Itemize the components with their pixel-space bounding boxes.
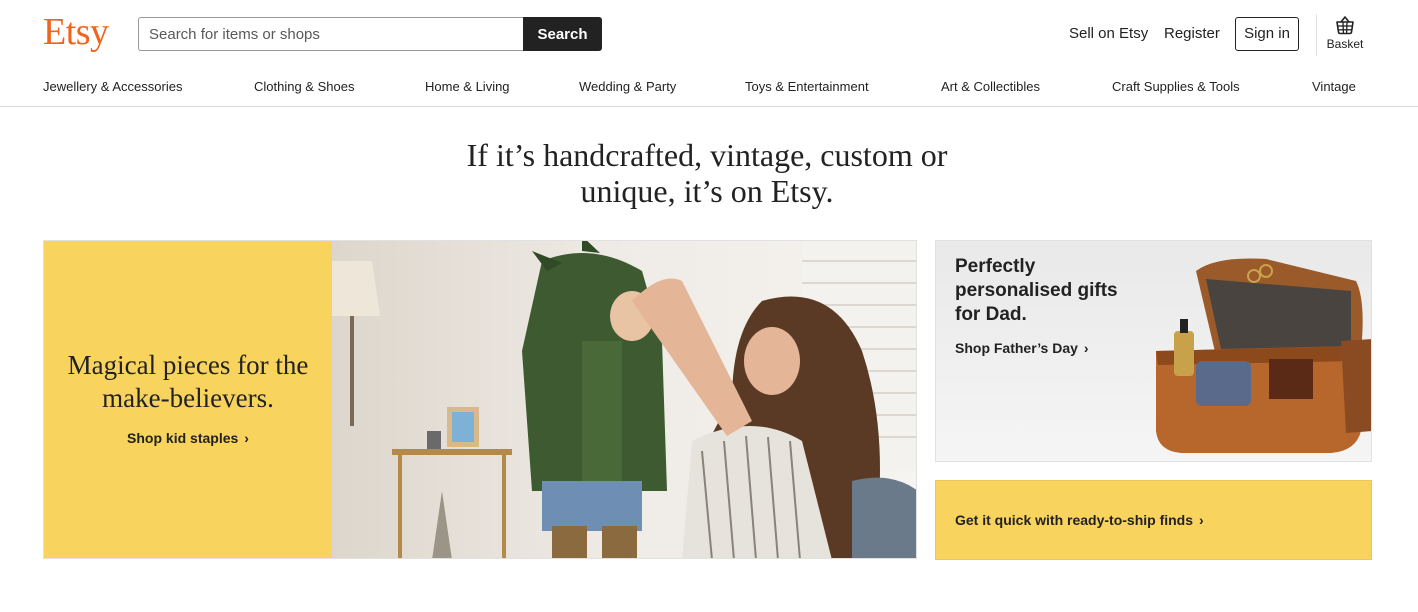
chevron-right-icon: › [1083, 340, 1089, 356]
hero-link-label: Shop kid staples [127, 430, 239, 446]
category-jewellery-accessories[interactable]: Jewellery & Accessories [43, 79, 182, 95]
fathers-day-title-line-3: for Dad. [955, 304, 1027, 325]
ready-to-ship-card[interactable]: Get it quick with ready-to-ship finds › [935, 480, 1372, 560]
category-wedding-party[interactable]: Wedding & Party [579, 79, 676, 95]
register-link[interactable]: Register [1164, 25, 1220, 43]
category-nav: Jewellery & Accessories Clothing & Shoes… [0, 66, 1418, 107]
chevron-right-icon: › [244, 430, 249, 446]
hero-title-line-2: make-believers. [102, 383, 274, 413]
category-toys-entertainment[interactable]: Toys & Entertainment [745, 79, 869, 95]
hero-title-line-1: Magical pieces for the [67, 350, 309, 380]
hero-banner[interactable]: Magical pieces for the make-believers. S… [43, 240, 917, 559]
etsy-logo[interactable]: Etsy [43, 10, 109, 54]
ready-to-ship-link[interactable]: Get it quick with ready-to-ship finds › [955, 512, 1204, 528]
basket-button[interactable]: Basket [1324, 14, 1366, 58]
headline-line-2: unique, it’s on Etsy. [580, 173, 834, 209]
basket-label: Basket [1326, 37, 1364, 51]
site-header: Etsy Search Sell on Etsy Register Sign i… [0, 0, 1418, 66]
search-input[interactable] [138, 17, 524, 51]
ready-to-ship-label: Get it quick with ready-to-ship finds [955, 512, 1194, 528]
fathers-day-title: Perfectly personalised gifts for Dad. [955, 255, 1175, 327]
page-headline: If it’s handcrafted, vintage, custom or … [409, 137, 1005, 209]
sell-on-etsy-link[interactable]: Sell on Etsy [1069, 25, 1148, 43]
fathers-day-card[interactable]: Perfectly personalised gifts for Dad. Sh… [935, 240, 1372, 462]
category-vintage[interactable]: Vintage [1312, 79, 1356, 95]
category-art-collectibles[interactable]: Art & Collectibles [941, 79, 1040, 95]
search-button[interactable]: Search [523, 17, 602, 51]
category-clothing-shoes[interactable]: Clothing & Shoes [254, 79, 354, 95]
hero-title: Magical pieces for the make-believers. [54, 349, 322, 415]
category-craft-supplies-tools[interactable]: Craft Supplies & Tools [1112, 79, 1240, 95]
hero-text-panel: Magical pieces for the make-believers. S… [44, 241, 332, 558]
headline-line-1: If it’s handcrafted, vintage, custom or [466, 137, 948, 173]
fathers-day-title-line-1: Perfectly [955, 256, 1036, 277]
chevron-right-icon: › [1199, 512, 1204, 528]
header-divider [1316, 14, 1317, 56]
shop-fathers-day-link[interactable]: Shop Father’s Day › [955, 340, 1089, 356]
category-home-living[interactable]: Home & Living [425, 79, 510, 95]
fathers-day-title-line-2: personalised gifts [955, 280, 1118, 301]
sign-in-button[interactable]: Sign in [1235, 17, 1299, 51]
fathers-day-link-label: Shop Father’s Day [955, 340, 1078, 356]
hero-photo [332, 241, 916, 558]
basket-icon [1324, 14, 1366, 36]
search-bar: Search [138, 17, 602, 51]
shop-kid-staples-link[interactable]: Shop kid staples › [44, 430, 332, 446]
